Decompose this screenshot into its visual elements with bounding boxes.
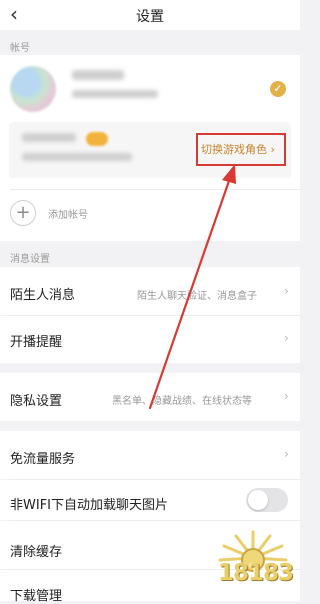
annotation-arrow — [148, 164, 236, 410]
arrow-head — [222, 164, 236, 184]
watermark-logo: 18183 — [218, 560, 294, 586]
arrow-shaft — [148, 176, 232, 410]
